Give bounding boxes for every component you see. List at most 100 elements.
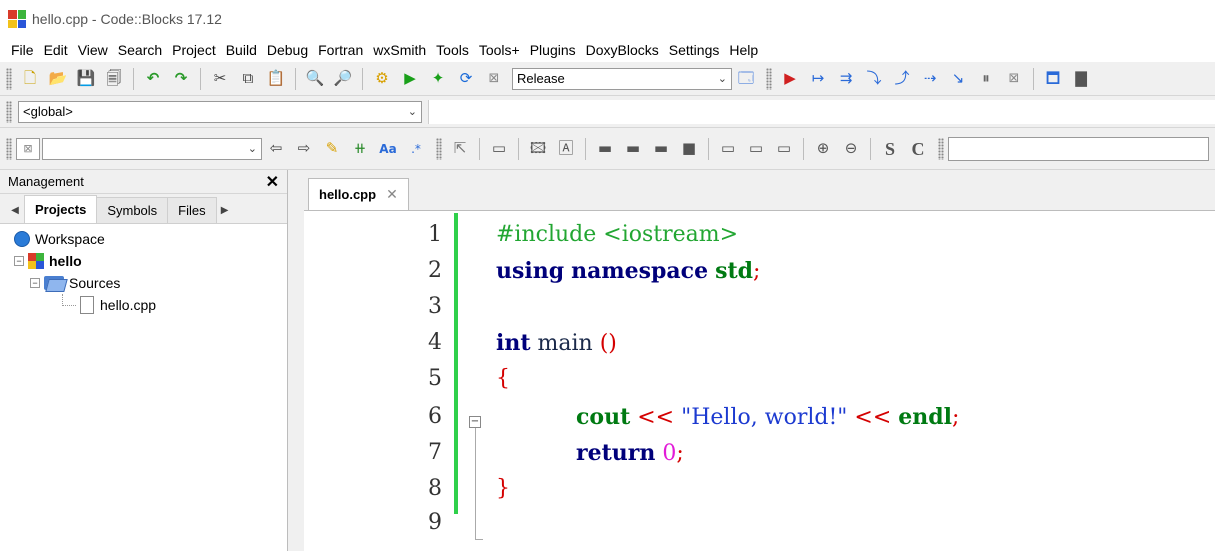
s-symbol-icon[interactable]: S [878, 137, 902, 161]
replace-icon[interactable]: 🔎 [331, 67, 355, 91]
c-symbol-icon[interactable]: C [906, 137, 930, 161]
search-toolbar: ⊠ ⌄ ⇦ ⇨ ✎ ⧺ Aa .* ⇱ ▭ 🖾 🄰 ▬ ▬ ▬ ■ ▭ ▭ ▭ … [0, 128, 1215, 170]
close-icon[interactable]: ✕ [386, 186, 398, 203]
code-editor[interactable]: 1 2 3 4 5 6 7 8 9 − #include <iostream> … [304, 210, 1215, 551]
save-all-icon[interactable]: 🗐 [102, 67, 126, 91]
step-instruction-icon[interactable]: ↘ [946, 67, 970, 91]
save-icon[interactable]: 💾 [74, 67, 98, 91]
align-left-icon[interactable]: ▬ [593, 137, 617, 161]
toolbar-grip[interactable] [6, 100, 12, 123]
close-icon[interactable]: ✕ [266, 172, 279, 192]
tree-project[interactable]: − hello [14, 250, 287, 272]
debug-windows-icon[interactable]: 🗖 [1041, 67, 1065, 91]
regex-icon[interactable]: .* [404, 137, 428, 161]
menu-build[interactable]: Build [221, 42, 262, 58]
toolbar-grip[interactable] [6, 137, 12, 160]
tab-projects[interactable]: Projects [24, 195, 98, 223]
menu-doxyblocks[interactable]: DoxyBlocks [581, 42, 664, 58]
management-title: Management [8, 174, 84, 189]
align-right-icon[interactable]: ▬ [649, 137, 673, 161]
fill-icon[interactable]: ■ [677, 137, 701, 161]
zoom-out-icon[interactable]: ⊖ [839, 137, 863, 161]
pause-icon[interactable]: ⏸ [974, 67, 998, 91]
shape-right-icon[interactable]: ▭ [716, 137, 740, 161]
toolbar-grip[interactable] [6, 67, 12, 90]
build-target-select[interactable]: Release ⌄ [512, 67, 732, 90]
copy-icon[interactable]: ⧉ [236, 67, 260, 91]
menu-search[interactable]: Search [113, 42, 167, 58]
debug-info-icon[interactable]: ▇ [1069, 67, 1093, 91]
menu-tools-plus[interactable]: Tools+ [474, 42, 525, 58]
step-into-icon[interactable]: ⤵ [862, 67, 886, 91]
string-token: "Hello, world!" [681, 405, 848, 430]
menu-file[interactable]: File [6, 42, 39, 58]
paste-icon[interactable]: 📋 [264, 67, 288, 91]
tab-files[interactable]: Files [167, 197, 217, 223]
collapse-icon[interactable]: − [14, 256, 24, 266]
toolbar-grip[interactable] [938, 137, 944, 160]
search-forward-icon[interactable]: ⇨ [292, 137, 316, 161]
abort-icon[interactable]: ⊠ [482, 67, 506, 91]
frame-icon[interactable]: ▭ [487, 137, 511, 161]
fold-collapse-icon[interactable]: − [469, 416, 481, 428]
find-icon[interactable]: 🔍 [303, 67, 327, 91]
build-and-run-icon[interactable]: ✦ [426, 67, 450, 91]
debug-run-icon[interactable]: ▶ [778, 67, 802, 91]
scope-select[interactable]: <global> ⌄ [18, 100, 422, 123]
selected-text-icon[interactable]: ⧺ [348, 137, 372, 161]
run-icon[interactable]: ▶ [398, 67, 422, 91]
menu-edit[interactable]: Edit [39, 42, 73, 58]
toolbar-grip[interactable] [436, 137, 442, 160]
run-to-cursor-icon[interactable]: ↦ [806, 67, 830, 91]
show-target-dialog-icon[interactable]: 🗔 [734, 67, 758, 91]
tab-symbols[interactable]: Symbols [96, 197, 169, 223]
code-text[interactable]: #include <iostream> using namespace std;… [496, 211, 1215, 551]
folder-label: Sources [69, 275, 121, 291]
toolbar-grip[interactable] [766, 67, 772, 90]
zoom-in-icon[interactable]: ⊕ [811, 137, 835, 161]
search-back-icon[interactable]: ⇦ [264, 137, 288, 161]
toolbar-separator [479, 137, 480, 160]
tree-workspace[interactable]: Workspace [14, 228, 287, 250]
new-file-icon[interactable]: 🗋 [18, 67, 42, 91]
open-folder-icon[interactable]: 📂 [46, 67, 70, 91]
tree-folder[interactable]: − Sources [14, 272, 287, 294]
cut-icon[interactable]: ✂ [208, 67, 232, 91]
shape-left-icon[interactable]: ▭ [744, 137, 768, 161]
shape-both-icon[interactable]: ▭ [772, 137, 796, 161]
collapse-icon[interactable]: − [30, 278, 40, 288]
match-case-icon[interactable]: Aa [376, 137, 400, 161]
image-icon[interactable]: 🖾 [526, 137, 550, 161]
next-instruction-icon[interactable]: ⇢ [918, 67, 942, 91]
menu-fortran[interactable]: Fortran [313, 42, 368, 58]
function-select-area[interactable] [428, 99, 1215, 124]
rebuild-icon[interactable]: ⟳ [454, 67, 478, 91]
redo-icon[interactable]: ↷ [169, 67, 193, 91]
menu-plugins[interactable]: Plugins [525, 42, 581, 58]
undo-icon[interactable]: ↶ [141, 67, 165, 91]
toolbar-input[interactable] [948, 136, 1209, 161]
build-gear-icon[interactable]: ⚙ [370, 67, 394, 91]
step-out-icon[interactable]: ⤴ [890, 67, 914, 91]
text-box-icon[interactable]: 🄰 [554, 137, 578, 161]
menu-wxsmith[interactable]: wxSmith [368, 42, 431, 58]
next-line-icon[interactable]: ⇉ [834, 67, 858, 91]
menu-tools[interactable]: Tools [431, 42, 474, 58]
search-combo[interactable]: ⌄ [42, 137, 262, 160]
title-bar: hello.cpp - Code::Blocks 17.12 [0, 0, 1215, 38]
tab-scroll-left-icon[interactable]: ◀ [6, 197, 24, 223]
menu-settings[interactable]: Settings [664, 42, 725, 58]
tab-scroll-right-icon[interactable]: ▶ [216, 197, 234, 223]
align-center-icon[interactable]: ▬ [621, 137, 645, 161]
menu-view[interactable]: View [73, 42, 113, 58]
menu-project[interactable]: Project [167, 42, 221, 58]
build-target-value: Release [517, 71, 565, 86]
tree-file[interactable]: hello.cpp [14, 294, 287, 316]
clear-search-icon[interactable]: ⊠ [16, 137, 40, 160]
highlight-icon[interactable]: ✎ [320, 137, 344, 161]
pointer-icon[interactable]: ⇱ [448, 137, 472, 161]
editor-tab-hello-cpp[interactable]: hello.cpp ✕ [308, 178, 409, 210]
menu-debug[interactable]: Debug [262, 42, 313, 58]
menu-help[interactable]: Help [724, 42, 763, 58]
stop-debug-icon[interactable]: ⊠ [1002, 67, 1026, 91]
